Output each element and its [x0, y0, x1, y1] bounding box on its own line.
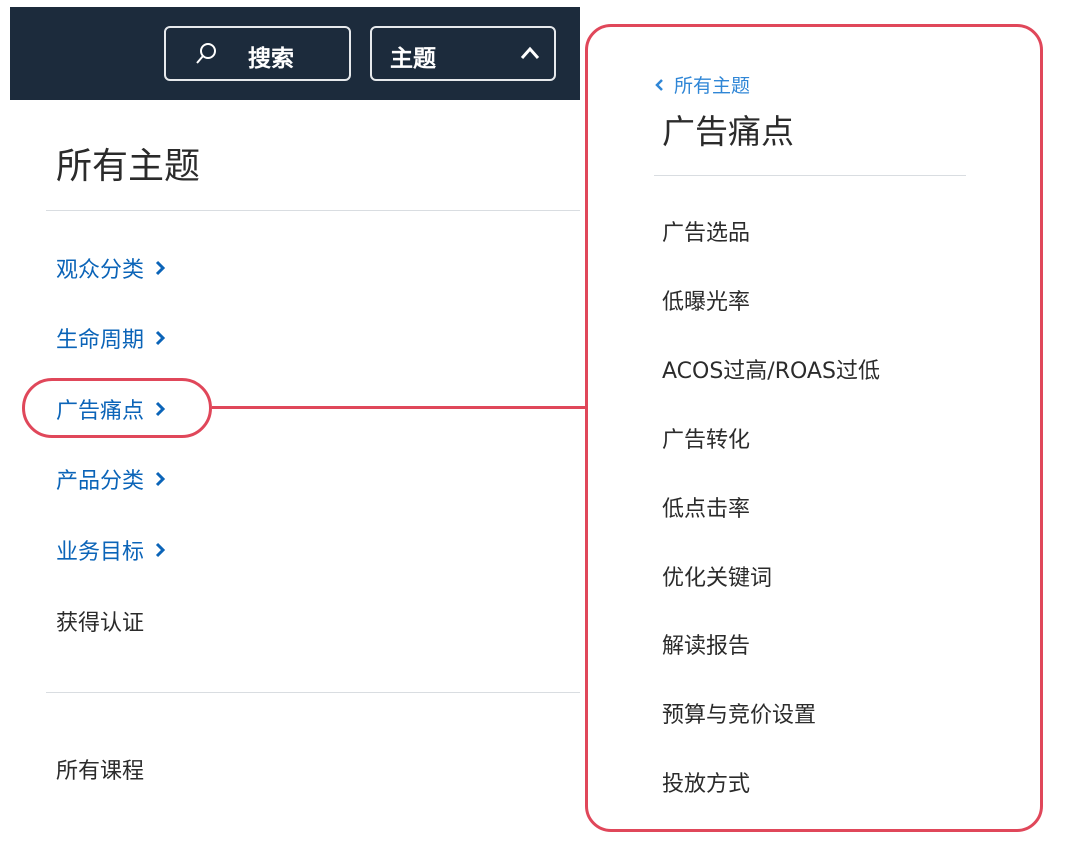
- nav-item-all-courses[interactable]: 所有课程: [56, 753, 144, 785]
- subtopic-item[interactable]: 优化关键词: [662, 560, 772, 592]
- back-to-all-topics-link[interactable]: 所有主题: [654, 71, 750, 98]
- chevron-right-icon: [155, 260, 166, 276]
- search-button-label: 搜索: [248, 46, 294, 72]
- nav-item-label: 观众分类: [56, 258, 145, 283]
- search-button[interactable]: 搜索: [164, 26, 351, 81]
- chevron-left-icon: [655, 78, 663, 91]
- subtopic-item[interactable]: ACOS过高/ROAS过低: [662, 353, 880, 385]
- topic-flyout-panel: 所有主题 广告痛点 广告选品 低曝光率 ACOS过高/ROAS过低 广告转化 低…: [585, 24, 1043, 832]
- page-title: 所有主题: [56, 146, 201, 187]
- search-icon: [196, 43, 216, 64]
- nav-item-certification[interactable]: 获得认证: [56, 605, 144, 637]
- panel-title: 广告痛点: [662, 112, 794, 151]
- topic-dropdown-button[interactable]: 主题: [370, 26, 556, 81]
- chevron-right-icon: [155, 542, 166, 558]
- nav-item-product-category[interactable]: 产品分类: [56, 463, 166, 495]
- highlight-connector-line: [212, 406, 587, 409]
- divider: [654, 175, 966, 176]
- chevron-up-icon: [520, 46, 540, 59]
- nav-item-label: 业务目标: [56, 540, 145, 565]
- subtopic-item[interactable]: 预算与竞价设置: [662, 697, 816, 729]
- chevron-right-icon: [155, 471, 166, 487]
- subtopic-item[interactable]: 广告转化: [662, 422, 750, 454]
- subtopic-item[interactable]: 低点击率: [662, 491, 750, 523]
- subtopic-item[interactable]: 低曝光率: [662, 284, 750, 316]
- subtopic-item[interactable]: 解读报告: [662, 628, 750, 660]
- nav-item-label: 生命周期: [56, 328, 145, 353]
- nav-item-label: 产品分类: [56, 469, 145, 494]
- highlight-oval: [22, 378, 212, 438]
- subtopic-item[interactable]: 投放方式: [662, 766, 750, 798]
- nav-item-business-goals[interactable]: 业务目标: [56, 534, 166, 566]
- divider: [46, 210, 580, 211]
- nav-item-lifecycle[interactable]: 生命周期: [56, 322, 166, 354]
- top-header-bar: 搜索 主题: [10, 7, 580, 100]
- topic-button-label: 主题: [390, 46, 436, 72]
- subtopic-item[interactable]: 广告选品: [662, 215, 750, 247]
- back-link-label: 所有主题: [674, 75, 751, 97]
- chevron-right-icon: [155, 330, 166, 346]
- nav-item-audience[interactable]: 观众分类: [56, 252, 166, 284]
- divider: [46, 692, 580, 693]
